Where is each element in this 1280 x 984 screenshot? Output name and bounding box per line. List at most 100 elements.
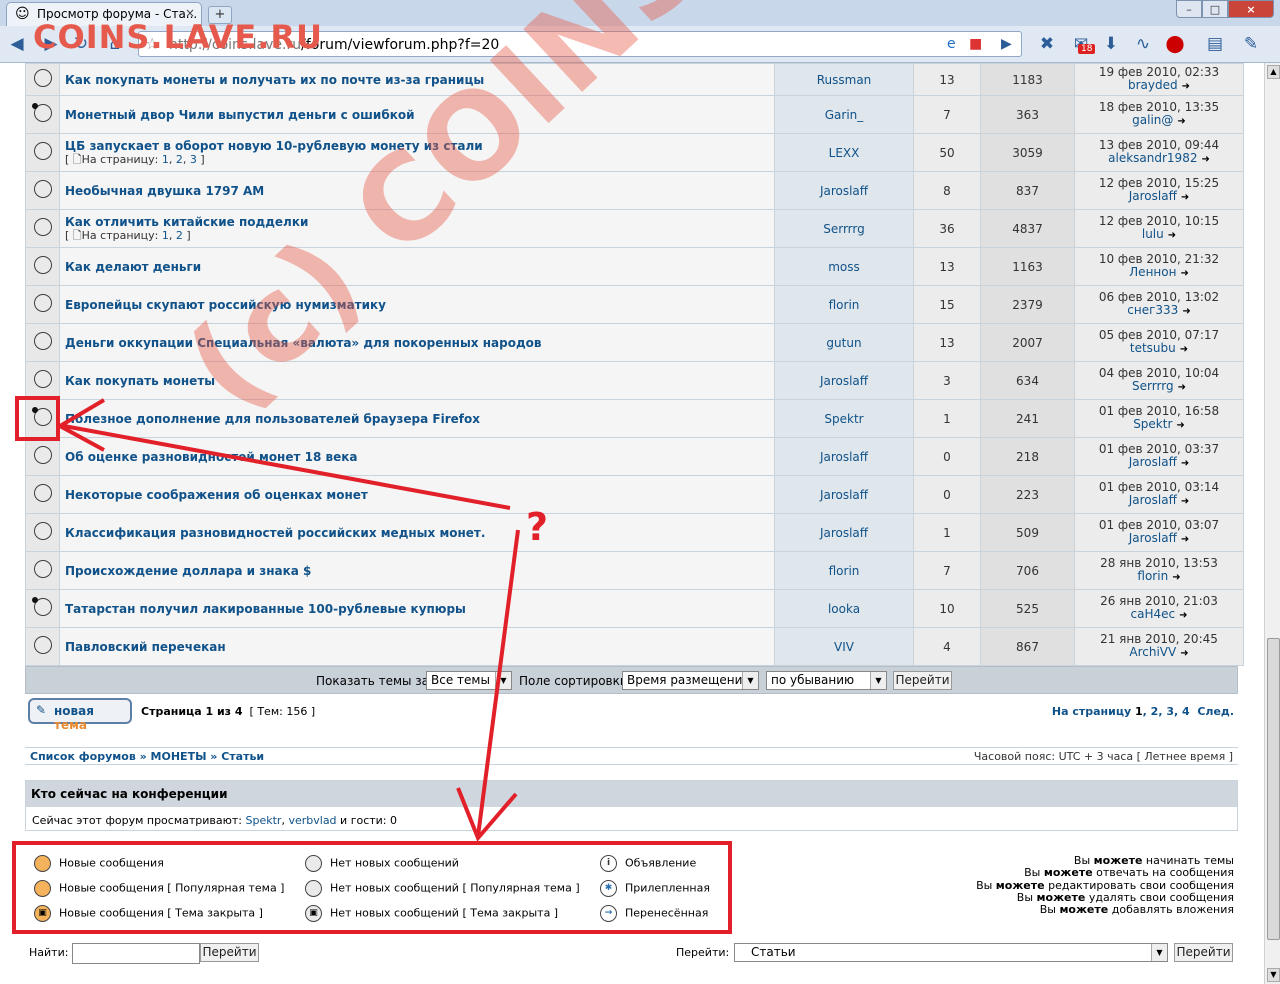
topic-title-link[interactable]: Как покупать монеты bbox=[65, 374, 215, 388]
new-topic-button[interactable]: ✎ новая тема bbox=[28, 698, 132, 732]
page-menu-icon[interactable]: ▤ bbox=[1204, 33, 1226, 55]
go-to-last-post-icon[interactable]: ➜ bbox=[1180, 343, 1188, 356]
activity-icon[interactable]: ∿ bbox=[1132, 33, 1154, 55]
show-topics-select[interactable]: Все темы ▼ bbox=[426, 671, 512, 690]
topic-title-link[interactable]: Происхождение доллара и знака $ bbox=[65, 564, 311, 578]
topic-title-link[interactable]: Об оценке разновидностей монет 18 века bbox=[65, 450, 357, 464]
topic-author[interactable]: Jaroslaff bbox=[774, 513, 914, 552]
go-to-last-post-icon[interactable]: ➜ bbox=[1181, 191, 1189, 204]
topic-author[interactable]: LEXX bbox=[774, 133, 914, 172]
filter-go-button[interactable]: Перейти bbox=[893, 671, 952, 690]
jump-select[interactable]: Статьи ▼ bbox=[734, 943, 1168, 962]
topic-title-link[interactable]: ЦБ запускает в оборот новую 10-рублевую … bbox=[65, 139, 483, 153]
topic-author[interactable]: florin bbox=[774, 551, 914, 590]
page-link-4[interactable]: 4 bbox=[1182, 705, 1190, 718]
last-post-user[interactable]: Spektr bbox=[1133, 417, 1172, 431]
minimize-button[interactable]: – bbox=[1176, 0, 1202, 18]
go-to-last-post-icon[interactable]: ➜ bbox=[1181, 533, 1189, 546]
last-post-user[interactable]: Serrrrg bbox=[1132, 379, 1174, 393]
go-to-last-post-icon[interactable]: ➜ bbox=[1180, 267, 1188, 280]
topic-page-link[interactable]: 3 bbox=[190, 153, 197, 166]
last-post-user[interactable]: galin@ bbox=[1132, 113, 1173, 127]
last-post-user[interactable]: Jaroslaff bbox=[1129, 493, 1177, 507]
topic-author[interactable]: gutun bbox=[774, 323, 914, 362]
download-icon[interactable]: ⬇ bbox=[1100, 33, 1122, 55]
scroll-thumb[interactable] bbox=[1267, 638, 1280, 940]
topic-author[interactable]: Jaroslaff bbox=[774, 437, 914, 476]
jump-go-button[interactable]: Перейти bbox=[1174, 943, 1233, 962]
topic-title-link[interactable]: Некоторые соображения об оценках монет bbox=[65, 488, 368, 502]
go-to-last-post-icon[interactable]: ➜ bbox=[1181, 495, 1189, 508]
topic-title-link[interactable]: Необычная двушка 1797 АМ bbox=[65, 184, 264, 198]
go-to-last-post-icon[interactable]: ➜ bbox=[1177, 115, 1185, 128]
stop-sign-icon[interactable]: ⬤ bbox=[1164, 33, 1186, 55]
go-to-last-post-icon[interactable]: ➜ bbox=[1179, 609, 1187, 622]
go-to-last-post-icon[interactable]: ➜ bbox=[1201, 153, 1209, 166]
page-scrollbar[interactable]: ▲ ▼ bbox=[1264, 63, 1280, 984]
last-post-user[interactable]: Леннон bbox=[1129, 265, 1176, 279]
maximize-button[interactable]: □ bbox=[1202, 0, 1228, 18]
go-to-last-post-icon[interactable]: ➜ bbox=[1168, 229, 1176, 242]
last-post-user[interactable]: florin bbox=[1137, 569, 1168, 583]
go-to-last-post-icon[interactable]: ➜ bbox=[1181, 457, 1189, 470]
last-post-user[interactable]: tetsubu bbox=[1130, 341, 1176, 355]
topic-author[interactable]: Spektr bbox=[774, 399, 914, 438]
go-to-last-post-icon[interactable]: ➜ bbox=[1178, 381, 1186, 394]
go-to-last-post-icon[interactable]: ➜ bbox=[1172, 571, 1180, 584]
last-post-user[interactable]: снег333 bbox=[1127, 303, 1178, 317]
topic-author[interactable]: florin bbox=[774, 285, 914, 324]
topic-author[interactable]: Jaroslaff bbox=[774, 475, 914, 514]
sort-field-select[interactable]: Время размещения ▼ bbox=[622, 671, 759, 690]
last-post-user[interactable]: lulu bbox=[1142, 227, 1164, 241]
topic-title-link[interactable]: Классификация разновидностей российских … bbox=[65, 526, 485, 540]
last-post-user[interactable]: Jaroslaff bbox=[1129, 531, 1177, 545]
topic-title-link[interactable]: Деньги оккупации Специальная «валюта» дл… bbox=[65, 336, 541, 350]
topic-author[interactable]: Russman bbox=[774, 63, 914, 96]
topic-author[interactable]: Serrrrg bbox=[774, 209, 914, 248]
page-link-3[interactable]: 3 bbox=[1166, 705, 1174, 718]
topic-title-link[interactable]: Полезное дополнение для пользователей бр… bbox=[65, 412, 480, 426]
online-user-link[interactable]: verbvlad bbox=[288, 814, 336, 827]
go-to-last-post-icon[interactable]: ➜ bbox=[1180, 647, 1188, 660]
next-page-link[interactable]: След. bbox=[1197, 705, 1234, 718]
topic-title-link[interactable]: Татарстан получил лакированные 100-рубле… bbox=[65, 602, 466, 616]
topic-title-link[interactable]: Монетный двор Чили выпустил деньги с оши… bbox=[65, 108, 415, 122]
last-post-user[interactable]: Jaroslaff bbox=[1129, 455, 1177, 469]
scroll-up-icon[interactable]: ▲ bbox=[1267, 65, 1280, 79]
close-window-button[interactable]: × bbox=[1228, 0, 1274, 18]
topic-title-link[interactable]: Как делают деньги bbox=[65, 260, 201, 274]
sort-order-select[interactable]: по убыванию ▼ bbox=[766, 671, 887, 690]
last-post-user[interactable]: саН4ес bbox=[1131, 607, 1176, 621]
breadcrumb-forums[interactable]: Список форумов bbox=[30, 750, 136, 763]
topic-title-link[interactable]: Павловский перечекан bbox=[65, 640, 226, 654]
topic-author[interactable]: looka bbox=[774, 589, 914, 628]
last-post-user[interactable]: brayded bbox=[1128, 78, 1178, 92]
breadcrumb-forum[interactable]: Статьи bbox=[221, 750, 264, 763]
scroll-down-icon[interactable]: ▼ bbox=[1267, 968, 1280, 982]
topic-title-link[interactable]: Европейцы скупают российскую нумизматику bbox=[65, 298, 386, 312]
last-post-user[interactable]: ArchiVV bbox=[1129, 645, 1176, 659]
topic-title-link[interactable]: Как отличить китайские подделки bbox=[65, 215, 308, 229]
breadcrumb-category[interactable]: МОНЕТЫ bbox=[151, 750, 207, 763]
extension-icon[interactable]: ■ bbox=[969, 36, 982, 52]
topic-page-link[interactable]: 2 bbox=[176, 229, 183, 242]
topic-author[interactable]: Jaroslaff bbox=[774, 361, 914, 400]
topic-page-link[interactable]: 1 bbox=[162, 153, 169, 166]
go-to-last-post-icon[interactable]: ➜ bbox=[1182, 80, 1190, 93]
topic-author[interactable]: Jaroslaff bbox=[774, 171, 914, 210]
last-post-user[interactable]: Jaroslaff bbox=[1129, 189, 1177, 203]
topic-author[interactable]: Garin_ bbox=[774, 95, 914, 134]
last-post-user[interactable]: aleksandr1982 bbox=[1108, 151, 1197, 165]
topic-author[interactable]: moss bbox=[774, 247, 914, 286]
back-arrow-icon[interactable]: ◀ bbox=[6, 33, 28, 55]
topic-title-link[interactable]: Как покупать монеты и получать их по поч… bbox=[65, 73, 484, 87]
search-go-button[interactable]: Перейти bbox=[200, 943, 259, 962]
online-user-link[interactable]: Spektr bbox=[246, 814, 282, 827]
search-input[interactable] bbox=[72, 943, 200, 964]
topic-author[interactable]: VIV bbox=[774, 627, 914, 666]
ie-tab-icon[interactable]: e bbox=[947, 36, 956, 52]
wrench-menu-icon[interactable]: ✎ bbox=[1240, 33, 1262, 55]
topic-page-link[interactable]: 1 bbox=[162, 229, 169, 242]
go-to-last-post-icon[interactable]: ➜ bbox=[1176, 419, 1184, 432]
go-arrow-icon[interactable]: ▶ bbox=[1001, 36, 1012, 52]
